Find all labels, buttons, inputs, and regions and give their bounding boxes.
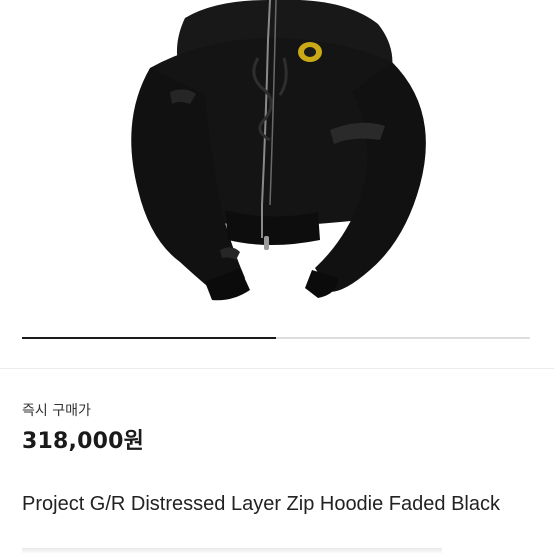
product-image[interactable]: [0, 0, 554, 338]
image-carousel-indicator: [22, 337, 530, 339]
image-indicator-active: [22, 337, 276, 339]
price-label: 즉시 구매가: [22, 403, 91, 419]
price-value: 318,000원: [22, 429, 145, 454]
section-divider: [0, 368, 554, 369]
truncated-text-fade: [22, 548, 442, 554]
hoodie-illustration: [131, 0, 426, 301]
product-title: Project G/R Distressed Layer Zip Hoodie …: [22, 493, 500, 515]
